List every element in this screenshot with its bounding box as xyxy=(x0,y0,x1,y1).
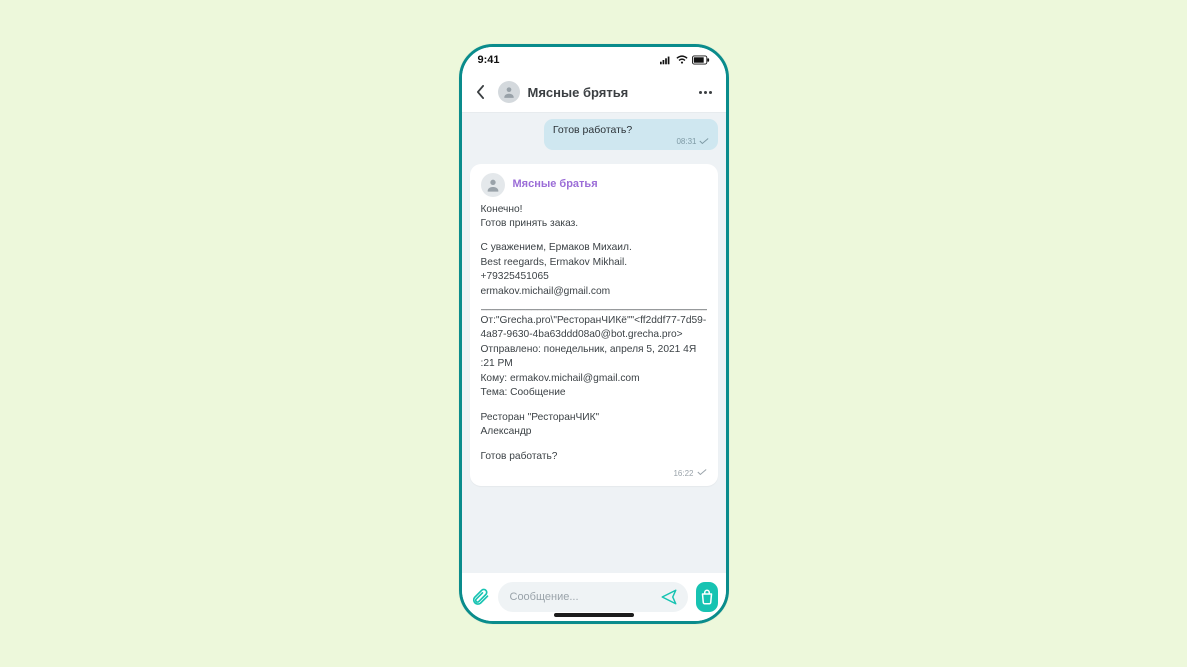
sender-avatar xyxy=(481,173,505,197)
message-line: Готов работать? xyxy=(481,450,707,464)
message-line: Готов принять заказ. xyxy=(481,217,707,231)
message-line: Кому: ermakov.michail@gmail.com xyxy=(481,372,707,386)
message-line: Отправлено: понедельник, апреля 5, 2021 … xyxy=(481,343,707,372)
message-divider: ________________________________________ xyxy=(481,299,707,313)
chat-title: Мясные брятья xyxy=(528,85,688,100)
message-line: ermakov.michail@gmail.com xyxy=(481,285,707,299)
outgoing-message: Готов работать? 08:31 xyxy=(544,119,718,150)
message-text: Готов работать? xyxy=(553,124,709,136)
message-line: +79325451065 xyxy=(481,270,707,284)
sender-name: Мясные братья xyxy=(513,177,598,193)
message-line: Тема: Сообщение xyxy=(481,386,707,400)
wifi-icon xyxy=(676,55,688,65)
message-input[interactable] xyxy=(510,591,652,603)
message-line: От:"Grecha.pro\"РесторанЧИКё""<ff2ddf77-… xyxy=(481,314,707,343)
message-time: 08:31 xyxy=(676,137,696,146)
status-indicators xyxy=(660,55,710,65)
home-indicator xyxy=(554,613,634,617)
received-tick-icon xyxy=(697,468,707,479)
cellular-icon xyxy=(660,55,672,65)
messages-area[interactable]: Готов работать? 08:31 Мясные братья Коне… xyxy=(462,113,726,573)
chat-avatar[interactable] xyxy=(498,81,520,103)
message-line: Best reegards, Ermakov Mikhail. xyxy=(481,256,707,270)
message-line: Александр xyxy=(481,425,707,439)
more-button[interactable] xyxy=(696,91,716,94)
battery-icon xyxy=(692,55,710,65)
message-line: Конечно! xyxy=(481,203,707,217)
status-bar: 9:41 xyxy=(462,47,726,73)
incoming-message: Мясные братья Конечно! Готов принять зак… xyxy=(470,164,718,486)
input-wrap xyxy=(498,582,688,612)
status-time: 9:41 xyxy=(478,54,500,66)
read-tick-icon xyxy=(699,137,709,147)
message-time: 16:22 xyxy=(673,468,693,479)
message-line: С уважением, Ермаков Михаил. xyxy=(481,241,707,255)
send-button[interactable] xyxy=(658,586,680,608)
attach-button[interactable] xyxy=(470,586,490,608)
chat-header: Мясные брятья xyxy=(462,73,726,113)
message-line: Ресторан "РесторанЧИК" xyxy=(481,411,707,425)
phone-frame: 9:41 Мясные брятья Готов работать? xyxy=(459,44,729,624)
back-button[interactable] xyxy=(472,83,490,101)
shop-button[interactable] xyxy=(696,582,718,612)
